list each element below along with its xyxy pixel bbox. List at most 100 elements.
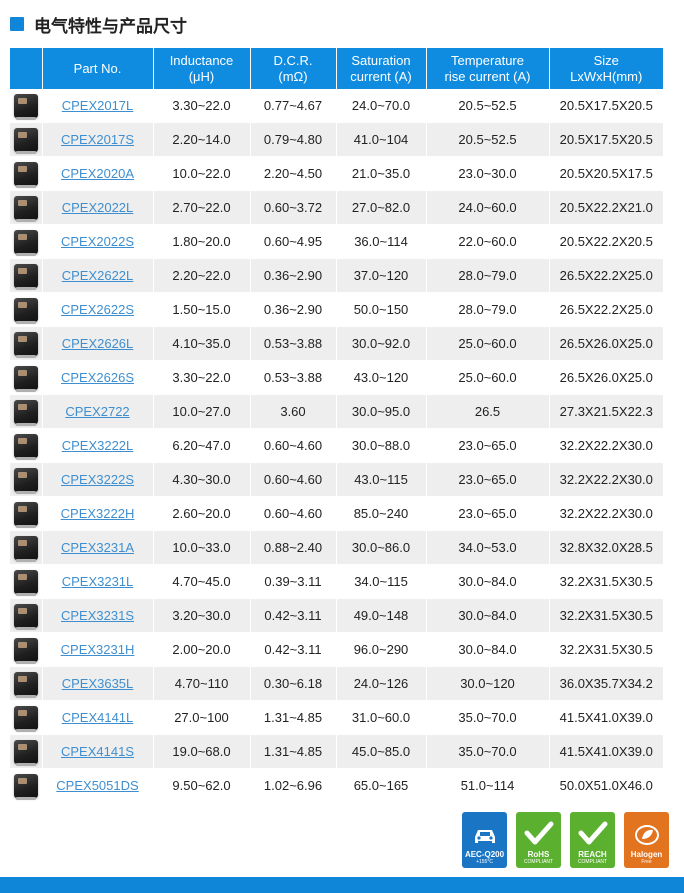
table-row: CPEX2022L 2.70~22.0 0.60~3.72 27.0~82.0 24.0… <box>10 190 663 225</box>
spec-cell: 20.5X17.5X20.5 <box>549 89 663 123</box>
spec-cell: 32.2X22.2X30.0 <box>549 462 663 497</box>
product-thumbnail-cell <box>10 768 43 803</box>
part-number-cell[interactable]: CPEX2622S <box>42 292 154 327</box>
part-number-cell[interactable]: CPEX2017L <box>42 89 154 123</box>
title-square-icon <box>10 17 24 31</box>
product-thumbnail-cell <box>10 292 43 327</box>
car-icon <box>471 826 499 850</box>
part-number-cell[interactable]: CPEX3231S <box>42 598 154 633</box>
part-number-cell[interactable]: CPEX2022L <box>42 190 154 225</box>
inductor-product-icon <box>13 433 38 460</box>
table-row: CPEX3222L 6.20~47.0 0.60~4.60 30.0~88.0 23.0… <box>10 428 663 463</box>
part-number-cell[interactable]: CPEX3635L <box>42 666 154 701</box>
inductor-product-icon <box>13 93 38 120</box>
part-number-link[interactable]: CPEX2622L <box>62 268 134 283</box>
aec-q200-badge: AEC-Q200 +155°C <box>462 812 507 868</box>
spec-cell: 0.60~3.72 <box>250 190 337 225</box>
part-number-cell[interactable]: CPEX4141S <box>42 734 154 769</box>
spec-cell: 27.3X21.5X22.3 <box>549 394 663 429</box>
spec-cell: 1.02~6.96 <box>250 768 337 803</box>
part-number-link[interactable]: CPEX3231A <box>61 540 134 555</box>
check-icon <box>578 820 608 850</box>
spec-cell: 50.0X51.0X46.0 <box>549 768 663 803</box>
part-number-link[interactable]: CPEX3222H <box>61 506 135 521</box>
table-header-row: Part No. Inductance (μH) D.C.R. (mΩ) Satura… <box>10 48 663 89</box>
spec-cell: 37.0~120 <box>336 258 427 293</box>
product-thumbnail-cell <box>10 156 43 191</box>
part-number-cell[interactable]: CPEX2622L <box>42 258 154 293</box>
part-number-cell[interactable]: CPEX2017S <box>42 122 154 157</box>
spec-cell: 20.5X22.2X21.0 <box>549 190 663 225</box>
spec-cell: 10.0~27.0 <box>153 394 251 429</box>
spec-cell: 24.0~60.0 <box>426 190 550 225</box>
spec-cell: 0.42~3.11 <box>250 598 337 633</box>
spec-cell: 32.2X31.5X30.5 <box>549 564 663 599</box>
part-number-cell[interactable]: CPEX2022S <box>42 224 154 259</box>
part-number-link[interactable]: CPEX2022S <box>61 234 134 249</box>
spec-cell: 0.53~3.88 <box>250 360 337 395</box>
spec-cell: 0.30~6.18 <box>250 666 337 701</box>
spec-cell: 26.5 <box>426 394 550 429</box>
part-number-link[interactable]: CPEX2626L <box>62 336 134 351</box>
product-thumbnail-cell <box>10 700 43 735</box>
part-number-link[interactable]: CPEX3231L <box>62 574 134 589</box>
spec-cell: 41.5X41.0X39.0 <box>549 734 663 769</box>
spec-cell: 24.0~126 <box>336 666 427 701</box>
part-number-link[interactable]: CPEX2622S <box>61 302 134 317</box>
part-number-link[interactable]: CPEX5051DS <box>56 778 138 793</box>
part-number-cell[interactable]: CPEX5051DS <box>42 768 154 803</box>
spec-cell: 0.79~4.80 <box>250 122 337 157</box>
part-number-link[interactable]: CPEX3231H <box>61 642 135 657</box>
spec-cell: 2.20~14.0 <box>153 122 251 157</box>
product-thumbnail-cell <box>10 428 43 463</box>
column-header: Saturation current (A) <box>336 48 427 89</box>
part-number-link[interactable]: CPEX2022L <box>62 200 134 215</box>
product-thumbnail-cell <box>10 666 43 701</box>
spec-cell: 3.20~30.0 <box>153 598 251 633</box>
badge-sublabel: COMPLIANT <box>577 859 608 865</box>
product-thumbnail-cell <box>10 258 43 293</box>
part-number-link[interactable]: CPEX4141L <box>62 710 134 725</box>
part-number-link[interactable]: CPEX2017S <box>61 132 134 147</box>
spec-cell: 27.0~100 <box>153 700 251 735</box>
part-number-cell[interactable]: CPEX3231H <box>42 632 154 667</box>
product-thumbnail-cell <box>10 89 43 123</box>
part-number-cell[interactable]: CPEX2722 <box>42 394 154 429</box>
part-number-link[interactable]: CPEX3222L <box>62 438 134 453</box>
part-number-cell[interactable]: CPEX4141L <box>42 700 154 735</box>
spec-cell: 30.0~86.0 <box>336 530 427 565</box>
part-number-link[interactable]: CPEX2626S <box>61 370 134 385</box>
inductor-product-icon <box>13 603 38 630</box>
part-number-link[interactable]: CPEX3222S <box>61 472 134 487</box>
part-number-cell[interactable]: CPEX3222S <box>42 462 154 497</box>
spec-cell: 20.5X17.5X20.5 <box>549 122 663 157</box>
spec-cell: 31.0~60.0 <box>336 700 427 735</box>
spec-cell: 45.0~85.0 <box>336 734 427 769</box>
part-number-link[interactable]: CPEX2017L <box>62 98 134 113</box>
spec-cell: 0.36~2.90 <box>250 292 337 327</box>
table-row: CPEX2017S 2.20~14.0 0.79~4.80 41.0~104 20.5~… <box>10 122 663 157</box>
badge-label: RoHS <box>527 850 550 859</box>
spec-cell: 1.80~20.0 <box>153 224 251 259</box>
part-number-cell[interactable]: CPEX3231L <box>42 564 154 599</box>
part-number-cell[interactable]: CPEX2626L <box>42 326 154 361</box>
inductor-product-icon <box>13 331 38 358</box>
part-number-cell[interactable]: CPEX2626S <box>42 360 154 395</box>
spec-cell: 4.70~110 <box>153 666 251 701</box>
spec-cell: 30.0~88.0 <box>336 428 427 463</box>
table-row: CPEX2017L 3.30~22.0 0.77~4.67 24.0~70.0 20.5… <box>10 89 663 123</box>
table-row: CPEX3222H 2.60~20.0 0.60~4.60 85.0~240 23.0~… <box>10 496 663 531</box>
part-number-cell[interactable]: CPEX2020A <box>42 156 154 191</box>
part-number-link[interactable]: CPEX4141S <box>61 744 134 759</box>
part-number-link[interactable]: CPEX3635L <box>62 676 134 691</box>
spec-cell: 2.20~22.0 <box>153 258 251 293</box>
part-number-cell[interactable]: CPEX3222H <box>42 496 154 531</box>
part-number-link[interactable]: CPEX2722 <box>65 404 129 419</box>
part-number-link[interactable]: CPEX2020A <box>61 166 134 181</box>
spec-cell: 34.0~115 <box>336 564 427 599</box>
part-number-cell[interactable]: CPEX3222L <box>42 428 154 463</box>
spec-cell: 0.88~2.40 <box>250 530 337 565</box>
part-number-cell[interactable]: CPEX3231A <box>42 530 154 565</box>
part-number-link[interactable]: CPEX3231S <box>61 608 134 623</box>
inductor-product-icon <box>13 127 38 154</box>
